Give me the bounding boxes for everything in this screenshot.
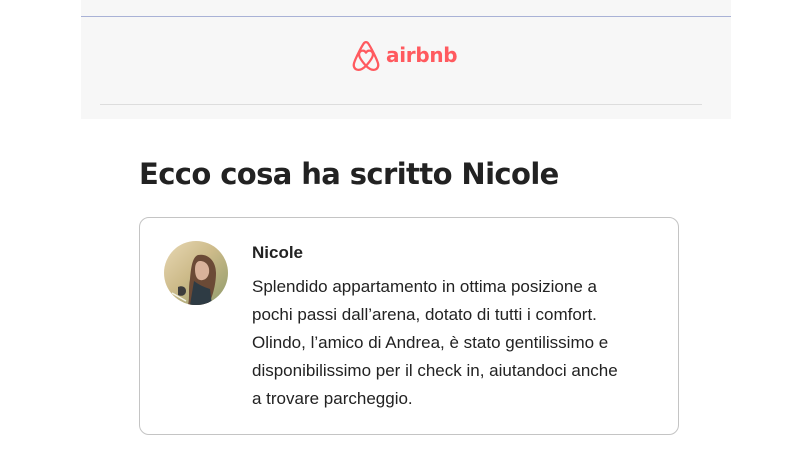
review-text-line: disponibilissimo per il check in, aiutan… xyxy=(252,361,618,380)
header-divider xyxy=(100,104,702,105)
reviewer-photo xyxy=(164,241,228,305)
airbnb-logo[interactable]: airbnb xyxy=(351,38,458,74)
review-text-line: Splendido appartamento in ottima posizio… xyxy=(252,277,597,296)
review-text: Splendido appartamento in ottima posizio… xyxy=(252,273,618,413)
review-text-line: Olindo, l’amico di Andrea, è stato genti… xyxy=(252,333,609,352)
email-page: airbnb Ecco cosa ha scritto Nicole Nicol… xyxy=(0,0,812,469)
review-text-line: pochi passi dall’arena, dotato di tutti … xyxy=(252,305,597,324)
top-divider xyxy=(81,16,731,17)
review-text-line: a trovare parcheggio. xyxy=(252,389,413,408)
airbnb-belo-icon xyxy=(352,41,380,71)
reviewer-name: Nicole xyxy=(252,243,304,262)
reviewer-avatar[interactable] xyxy=(164,241,228,305)
airbnb-wordmark: airbnb xyxy=(386,43,458,67)
email-header: airbnb xyxy=(81,0,731,119)
review-card: Nicole Splendido appartamento in ottima … xyxy=(139,217,679,435)
page-title: Ecco cosa ha scritto Nicole xyxy=(139,157,559,191)
